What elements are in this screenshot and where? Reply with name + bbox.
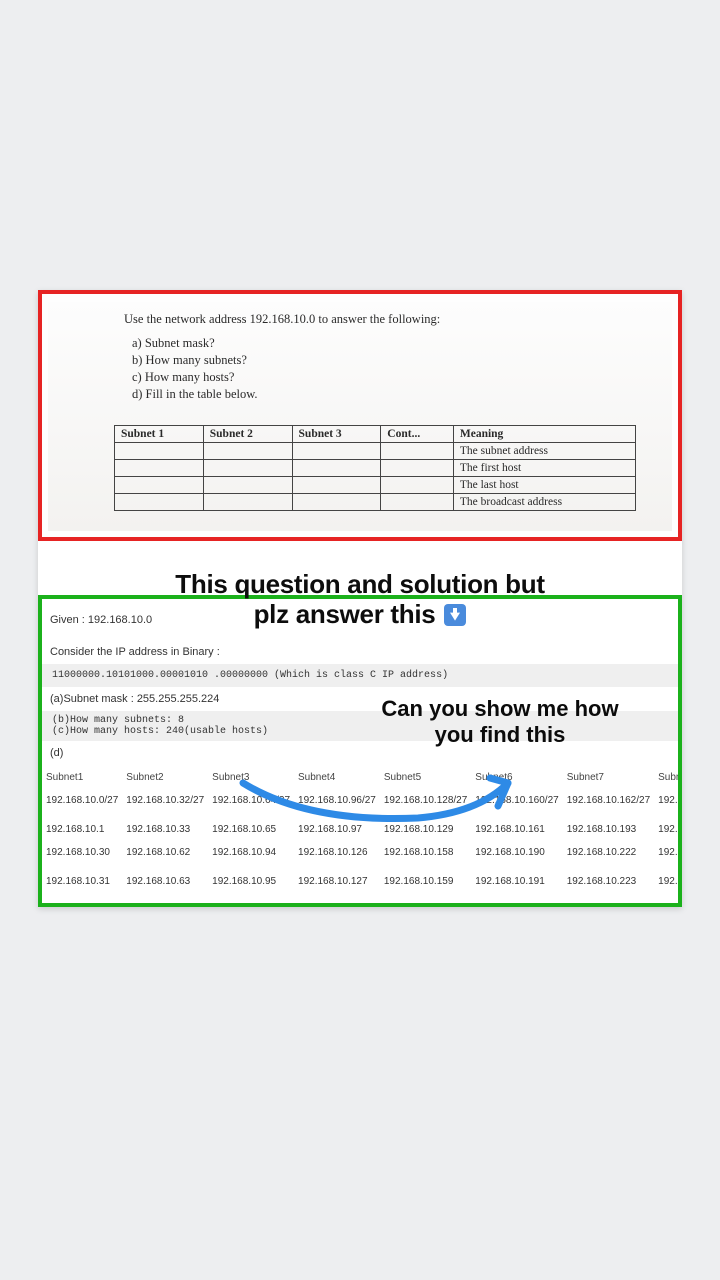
table-row: 192.168.10.31 192.168.10.63 192.168.10.9… — [42, 864, 682, 893]
q-item-d: d) Fill in the table below. — [132, 386, 664, 403]
table-row: 192.168.10.30 192.168.10.62 192.168.10.9… — [42, 841, 682, 864]
overlay2-line2: you find this — [435, 722, 566, 747]
headline-overlay: This question and solution but plz answe… — [38, 570, 682, 630]
qth: Cont... — [381, 425, 454, 442]
th: Subnet5 — [380, 766, 471, 789]
qmean: The first host — [453, 459, 635, 476]
qmean: The broadcast address — [453, 493, 635, 510]
consider-line: Consider the IP address in Binary : — [42, 643, 678, 661]
down-arrow-icon — [444, 604, 466, 626]
headline-line2: plz answer this — [254, 599, 436, 629]
qth: Subnet 3 — [292, 425, 381, 442]
table-header-row: Subnet1 Subnet2 Subnet3 Subnet4 Subnet5 … — [42, 766, 682, 789]
question-table: Subnet 1 Subnet 2 Subnet 3 Cont... Meani… — [114, 425, 636, 511]
qmean: The subnet address — [453, 442, 635, 459]
th: Subnet6 — [471, 766, 562, 789]
q-item-b: b) How many subnets? — [132, 352, 664, 369]
th: Subnet2 — [122, 766, 208, 789]
qth: Subnet 1 — [115, 425, 204, 442]
qmean: The last host — [453, 476, 635, 493]
th: Subnet1 — [42, 766, 122, 789]
th: Subnet7 — [563, 766, 654, 789]
q-item-a: a) Subnet mask? — [132, 335, 664, 352]
qth: Meaning — [453, 425, 635, 442]
th: Subnet3 — [208, 766, 294, 789]
binary-line: 11000000.10101000.00001010 .00000000 (Wh… — [42, 664, 678, 687]
question-list: a) Subnet mask? b) How many subnets? c) … — [132, 335, 664, 403]
sub-overlay: Can you show me how you find this — [340, 696, 660, 749]
question-frame: Use the network address 192.168.10.0 to … — [38, 290, 682, 541]
solution-frame: Given : 192.168.10.0 Consider the IP add… — [38, 595, 682, 907]
scanned-page: Use the network address 192.168.10.0 to … — [48, 302, 672, 531]
q-item-c: c) How many hosts? — [132, 369, 664, 386]
table-row: 192.168.10.1 192.168.10.33 192.168.10.65… — [42, 812, 682, 841]
th: Subne — [654, 766, 682, 789]
question-lead: Use the network address 192.168.10.0 to … — [124, 312, 664, 327]
table-row: 192.168.10.0/27 192.168.10.32/27 192.168… — [42, 789, 682, 812]
headline-line1: This question and solution but — [175, 569, 544, 599]
th: Subnet4 — [294, 766, 380, 789]
subnet-table: Subnet1 Subnet2 Subnet3 Subnet4 Subnet5 … — [42, 766, 682, 893]
overlay2-line1: Can you show me how — [381, 696, 618, 721]
qth: Subnet 2 — [203, 425, 292, 442]
document-card: Use the network address 192.168.10.0 to … — [38, 290, 682, 907]
